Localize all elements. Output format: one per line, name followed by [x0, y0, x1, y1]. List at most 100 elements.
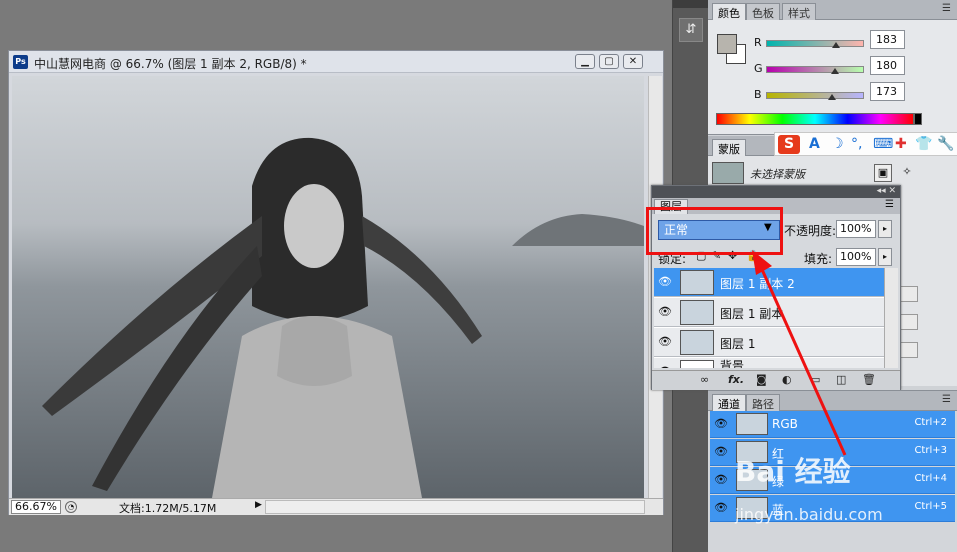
tab-paths[interactable]: 路径: [746, 394, 780, 411]
close-button[interactable]: ✕: [623, 54, 643, 69]
tab-styles[interactable]: 样式: [782, 3, 816, 20]
layer-style-icon[interactable]: fx.: [728, 373, 744, 386]
ime-mode-icon[interactable]: A: [809, 136, 820, 152]
new-group-icon[interactable]: ▭: [810, 373, 820, 386]
mask-row: 未选择蒙版: [712, 162, 952, 184]
channel-shortcut: Ctrl+2: [914, 417, 947, 428]
blue-slider-thumb[interactable]: [828, 94, 836, 100]
fill-slider-button[interactable]: ▸: [878, 248, 892, 266]
ime-tools-icon[interactable]: ✚: [895, 136, 907, 152]
panel-menu-icon[interactable]: ☰: [942, 3, 951, 14]
link-layers-icon[interactable]: ∞: [700, 373, 709, 386]
mask-status-text: 未选择蒙版: [750, 168, 805, 181]
blue-channel-label: B: [754, 88, 762, 101]
layers-panel-footer: ∞ fx. ◙ ◐ ▭ ◫ 🗑: [652, 370, 900, 390]
ime-keyboard-icon[interactable]: ⌨: [873, 136, 893, 152]
channel-thumbnail: [736, 413, 768, 435]
layers-panel-header[interactable]: ◂◂ ✕: [652, 186, 900, 198]
channel-shortcut: Ctrl+3: [914, 445, 947, 456]
ime-toolbar: S A ☽ °, ⌨ ✚ 👕 🔧: [774, 132, 957, 156]
watermark-url: jingyan.baidu.com: [735, 505, 883, 524]
minimize-button[interactable]: ▁: [575, 54, 595, 69]
add-mask-icon[interactable]: ◙: [756, 373, 767, 386]
channel-row[interactable]: 👁 RGB Ctrl+2: [710, 411, 955, 438]
tab-channels[interactable]: 通道: [712, 394, 746, 411]
tab-swatches[interactable]: 色板: [746, 3, 780, 20]
visibility-eye-icon[interactable]: 👁: [714, 501, 728, 514]
red-value-input[interactable]: 183: [870, 30, 905, 49]
layer-row[interactable]: 👁 图层 1: [654, 328, 884, 357]
opacity-label: 不透明度:: [784, 224, 837, 238]
history-panel-icon[interactable]: ⇵: [679, 18, 703, 42]
strip-header: [673, 0, 709, 8]
visibility-eye-icon[interactable]: 👁: [656, 334, 674, 350]
foreground-color-swatch[interactable]: [717, 34, 737, 54]
green-channel-label: G: [754, 62, 763, 75]
opacity-input[interactable]: 100%: [836, 220, 876, 238]
visibility-eye-icon[interactable]: 👁: [714, 473, 728, 486]
tab-color[interactable]: 颜色: [712, 3, 746, 20]
mask-control[interactable]: [898, 314, 918, 330]
layer-list: 👁 图层 1 副本 2 👁 图层 1 副本 👁 图层 1 👁 背景: [654, 268, 884, 368]
red-slider[interactable]: [766, 40, 864, 47]
channel-shortcut: Ctrl+4: [914, 473, 947, 484]
ime-skin-icon[interactable]: 👕: [915, 136, 932, 152]
canvas-photo: [12, 76, 644, 498]
layer-thumbnail: [680, 360, 714, 368]
fill-input[interactable]: 100%: [836, 248, 876, 266]
ime-settings-icon[interactable]: 🔧: [937, 136, 954, 152]
panel-menu-icon[interactable]: ☰: [885, 199, 894, 210]
channel-shortcut: Ctrl+5: [914, 501, 947, 512]
mask-control[interactable]: [898, 342, 918, 358]
status-info-icon[interactable]: ◔: [65, 501, 77, 513]
ime-punct-icon[interactable]: °,: [851, 136, 862, 152]
mask-thumbnail: [712, 162, 744, 184]
color-panel-tabs: 颜色 色板 样式 ☰: [708, 0, 957, 20]
visibility-eye-icon[interactable]: 👁: [656, 274, 674, 290]
opacity-slider-button[interactable]: ▸: [878, 220, 892, 238]
mask-control[interactable]: [898, 286, 918, 302]
color-spectrum-bar[interactable]: [716, 113, 914, 125]
blue-slider[interactable]: [766, 92, 864, 99]
sogou-logo[interactable]: S: [778, 135, 800, 154]
visibility-eye-icon[interactable]: 👁: [656, 304, 674, 320]
tab-masks[interactable]: 蒙版: [712, 139, 746, 156]
document-horizontal-scrollbar[interactable]: [265, 500, 645, 514]
red-slider-thumb[interactable]: [832, 42, 840, 48]
visibility-eye-icon[interactable]: 👁: [714, 445, 728, 458]
vector-mask-icon[interactable]: ✧: [898, 164, 916, 182]
zoom-level-field[interactable]: 66.67%: [11, 500, 61, 514]
document-title-bar[interactable]: Ps 中山慧网电商 @ 66.7% (图层 1 副本 2, RGB/8) * ▁…: [9, 51, 663, 73]
green-slider-thumb[interactable]: [831, 68, 839, 74]
adjustment-layer-icon[interactable]: ◐: [782, 373, 792, 386]
layer-name: 图层 1 副本: [720, 307, 784, 321]
document-title: 中山慧网电商 @ 66.7% (图层 1 副本 2, RGB/8) *: [34, 57, 307, 71]
green-slider[interactable]: [766, 66, 864, 73]
document-size-info: 文档:1.72M/5.17M: [119, 502, 217, 515]
pixel-mask-icon[interactable]: ▣: [874, 164, 892, 182]
color-panel: 颜色 色板 样式 ☰ R 183 G 180 B 173: [708, 0, 957, 135]
green-value-input[interactable]: 180: [870, 56, 905, 75]
visibility-eye-icon[interactable]: 👁: [656, 364, 674, 368]
image-canvas[interactable]: [12, 76, 644, 498]
layer-thumbnail: [680, 300, 714, 325]
panel-menu-icon[interactable]: ☰: [942, 394, 951, 405]
visibility-eye-icon[interactable]: 👁: [714, 417, 728, 430]
blue-value-input[interactable]: 173: [870, 82, 905, 101]
layer-row[interactable]: 👁 背景: [654, 358, 884, 368]
new-layer-icon[interactable]: ◫: [836, 373, 846, 386]
channel-name: RGB: [772, 417, 798, 431]
watermark-logo: Bai 经验: [735, 455, 851, 488]
panel-collapse-close-icon[interactable]: ◂◂ ✕: [877, 186, 896, 197]
layer-list-scrollbar[interactable]: [884, 268, 898, 368]
layer-row[interactable]: 👁 图层 1 副本 2: [654, 268, 884, 297]
status-menu-arrow-icon[interactable]: ▶: [255, 500, 262, 510]
highlight-box: [646, 207, 783, 255]
channels-panel-tabs: 通道 路径 ☰: [708, 391, 957, 411]
delete-layer-icon[interactable]: 🗑: [862, 373, 876, 386]
black-white-swatch[interactable]: [914, 113, 922, 125]
layer-thumbnail: [680, 330, 714, 355]
ime-moon-icon[interactable]: ☽: [831, 136, 844, 152]
maximize-button[interactable]: ▢: [599, 54, 619, 69]
layer-row[interactable]: 👁 图层 1 副本: [654, 298, 884, 327]
